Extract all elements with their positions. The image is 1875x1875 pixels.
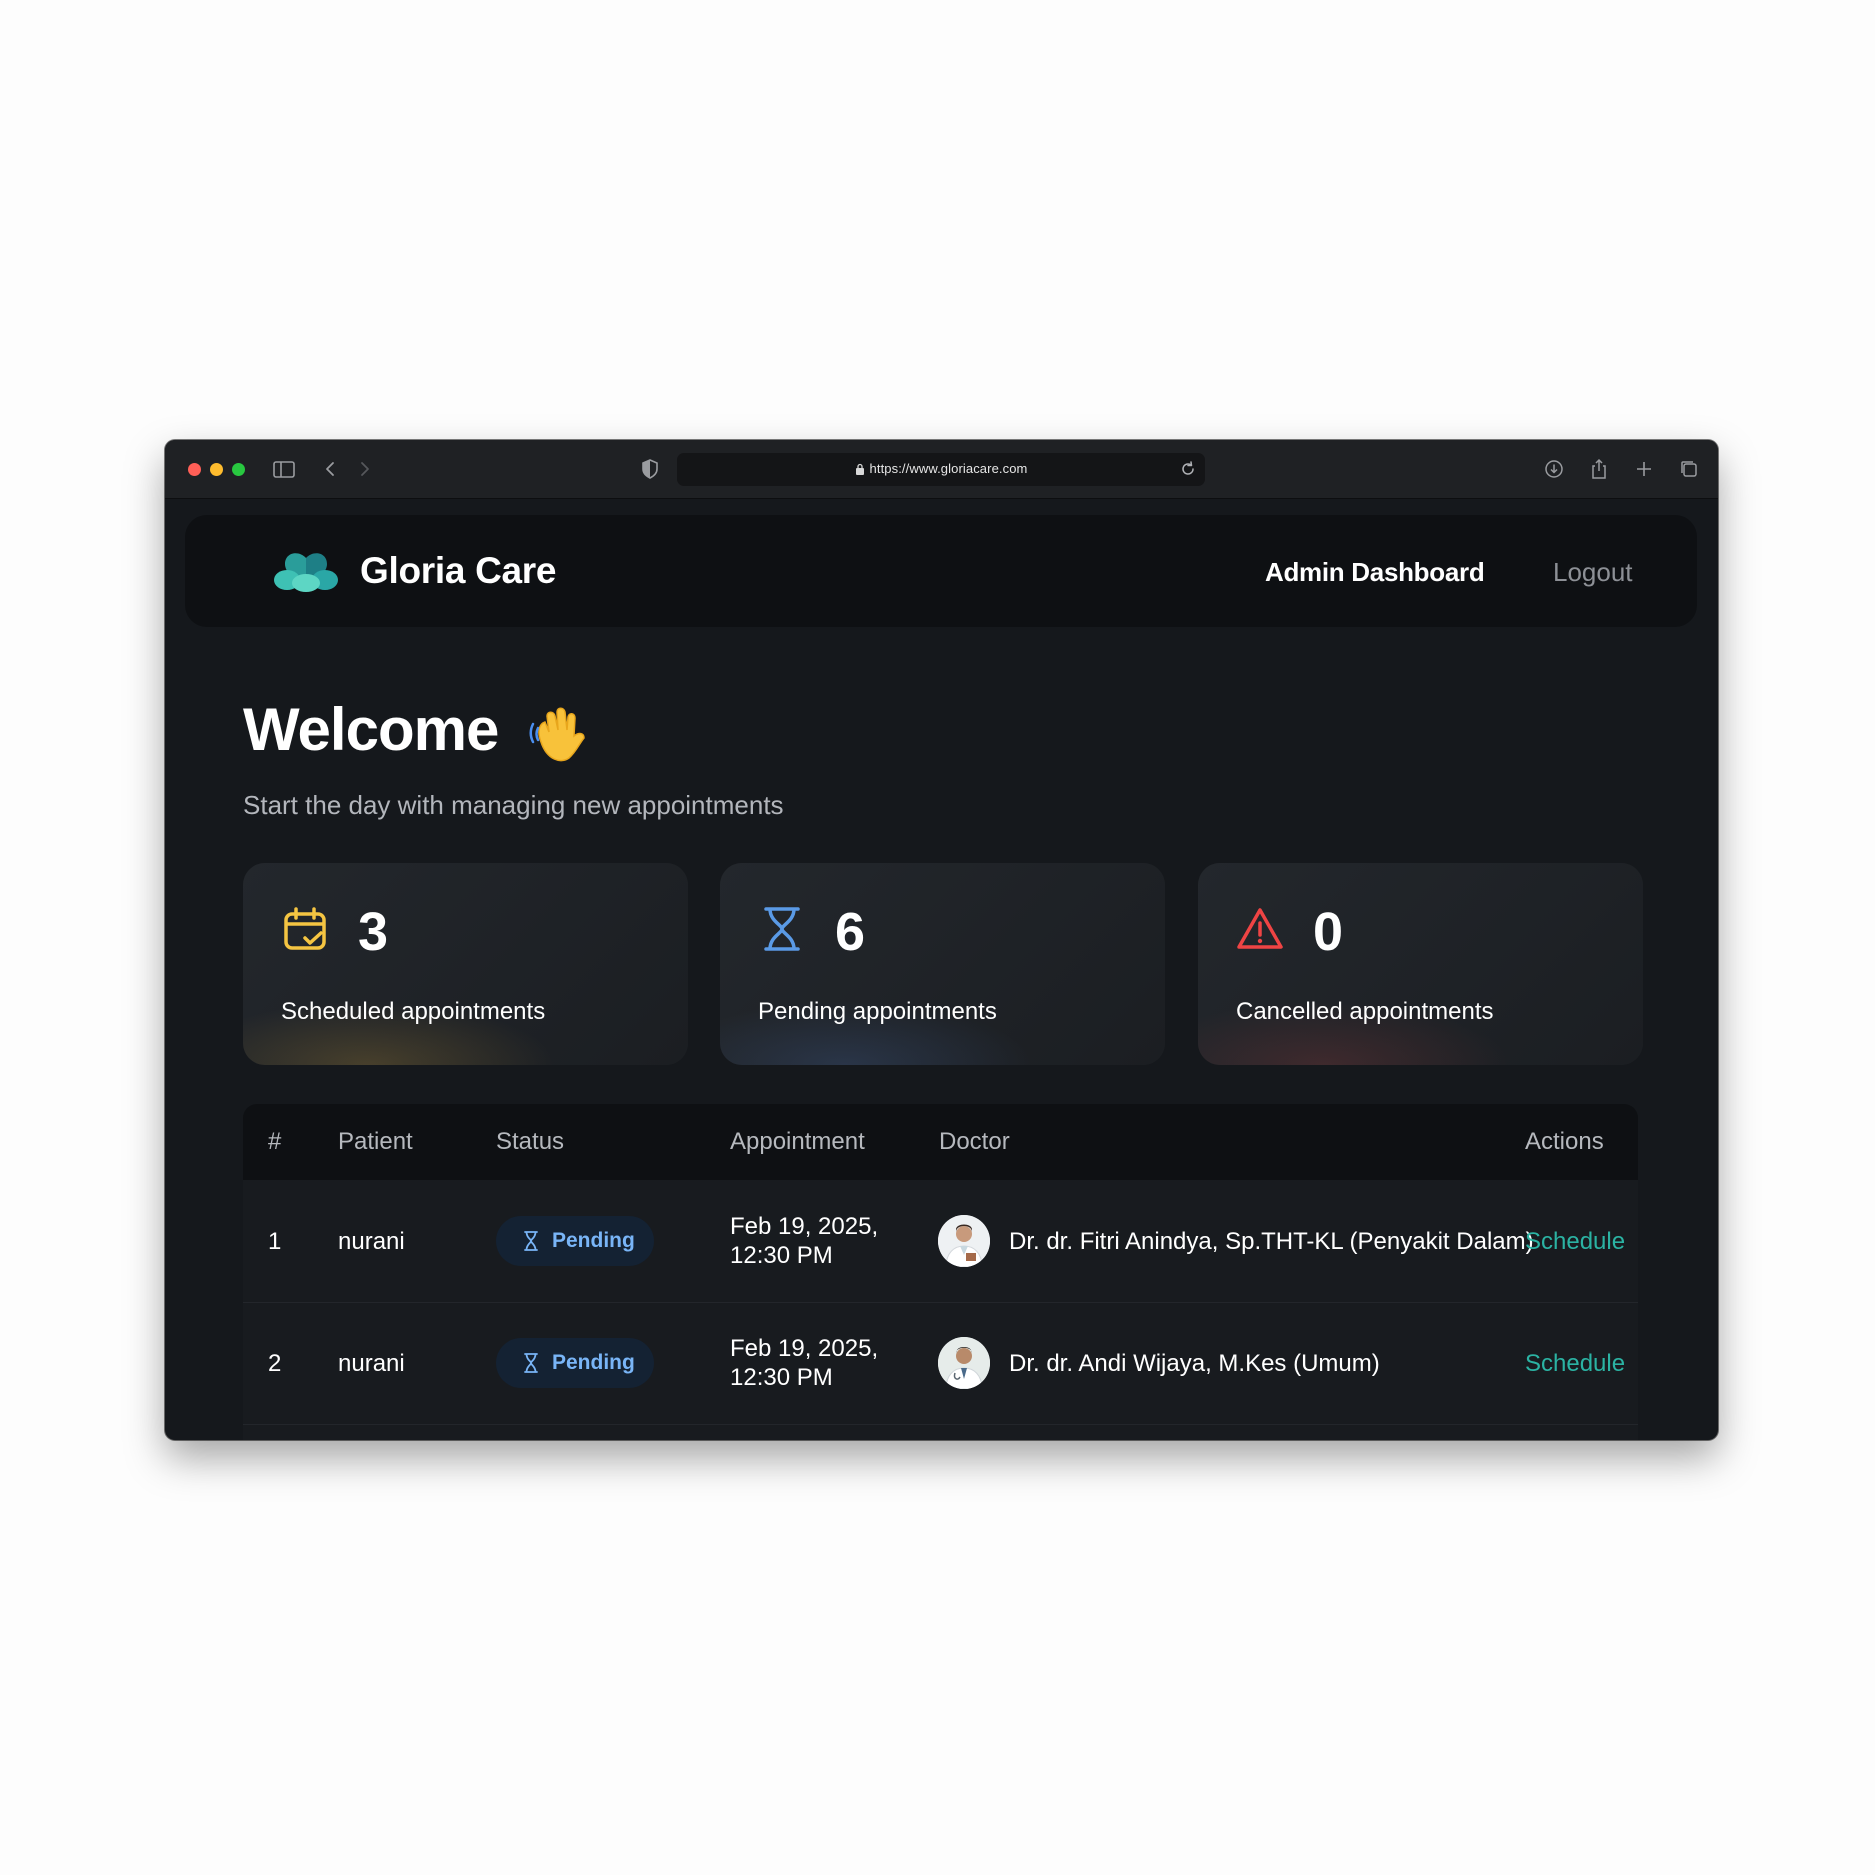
warning-icon [1236,905,1284,953]
table-header: # Patient Status Appointment Doctor Acti… [243,1104,1638,1180]
privacy-shield-icon[interactable] [637,456,663,482]
patient-name: nurani [338,1228,405,1255]
pending-label: Pending appointments [758,998,997,1025]
doctor-avatar [938,1215,990,1267]
header-doctor: Doctor [939,1128,1010,1155]
lock-icon [855,463,865,478]
cancelled-label: Cancelled appointments [1236,998,1494,1025]
cancelled-count: 0 [1313,902,1344,962]
schedule-button[interactable]: Schedule [1525,1350,1625,1378]
browser-toolbar: https://www.gloriacare.com [165,440,1718,499]
table-row: 2 nurani Pending Feb 19, 2025, 12:30 PM … [243,1302,1638,1425]
appointment-date-line-1: Feb 19, 2025, [730,1335,879,1362]
page-title: Welcome [243,696,499,763]
appointment-date: Feb 19, 2025, 12:30 PM [730,1212,878,1270]
back-icon[interactable] [317,456,343,482]
header-actions: Actions [1525,1128,1604,1155]
schedule-button[interactable]: Schedule [1525,1228,1625,1256]
scheduled-appointments-card: 3 Scheduled appointments [243,863,688,1065]
download-icon[interactable] [1541,456,1567,482]
pending-count: 6 [835,902,866,962]
hourglass-icon [520,1351,542,1375]
status-text: Pending [552,1229,635,1252]
brand-name[interactable]: Gloria Care [360,550,556,592]
row-number: 1 [268,1228,282,1255]
status-badge: Pending [496,1216,654,1266]
sidebar-toggle-icon[interactable] [271,456,297,482]
share-icon[interactable] [1586,456,1612,482]
admin-dashboard-link[interactable]: Admin Dashboard [1265,557,1485,588]
doctor-name: Dr. dr. Andi Wijaya, M.Kes (Umum) [1009,1350,1380,1377]
header-appointment: Appointment [730,1128,865,1155]
calendar-check-icon [281,905,329,953]
scheduled-count: 3 [358,902,389,962]
status-text: Pending [552,1351,635,1374]
appointment-date: Feb 19, 2025, 12:30 PM [730,1334,878,1392]
row-number: 2 [268,1350,282,1377]
appointment-time: 12:30 PM [730,1242,833,1269]
reload-icon[interactable] [1177,458,1199,480]
forward-icon[interactable] [352,456,378,482]
header-patient: Patient [338,1128,413,1155]
zoom-window-button[interactable] [232,463,245,476]
hourglass-icon [520,1229,542,1253]
cancelled-appointments-card: 0 Cancelled appointments [1198,863,1643,1065]
table-row: 1 nurani Pending Feb 19, 2025, 12:30 PM … [243,1180,1638,1303]
doctor-avatar [938,1337,990,1389]
header-status: Status [496,1128,565,1155]
minimize-window-button[interactable] [210,463,223,476]
url-text: https://www.gloriacare.com [869,461,1028,476]
close-window-button[interactable] [188,463,201,476]
browser-window: https://www.gloriacare.com Gloria Care A… [165,440,1718,1440]
doctor-name: Dr. dr. Fitri Anindya, Sp.THT-KL (Penyak… [1009,1228,1534,1255]
new-tab-icon[interactable] [1631,456,1657,482]
address-bar[interactable]: https://www.gloriacare.com [677,453,1205,486]
appointment-time: 12:30 PM [730,1364,833,1391]
appointment-date-line-1: Feb 19, 2025, [730,1213,879,1240]
patient-name: nurani [338,1350,405,1377]
header-number: # [268,1128,282,1155]
logout-link[interactable]: Logout [1553,557,1633,588]
hourglass-icon [758,905,806,953]
tab-overview-icon[interactable] [1676,456,1702,482]
page-subtitle: Start the day with managing new appointm… [243,790,784,820]
scheduled-label: Scheduled appointments [281,998,546,1025]
status-badge: Pending [496,1338,654,1388]
waving-hand-icon [527,702,593,768]
app-navbar: Gloria Care Admin Dashboard Logout [185,515,1697,627]
gloria-care-logo-icon[interactable] [273,550,339,594]
pending-appointments-card: 6 Pending appointments [720,863,1165,1065]
appointments-table: # Patient Status Appointment Doctor Acti… [243,1104,1638,1440]
